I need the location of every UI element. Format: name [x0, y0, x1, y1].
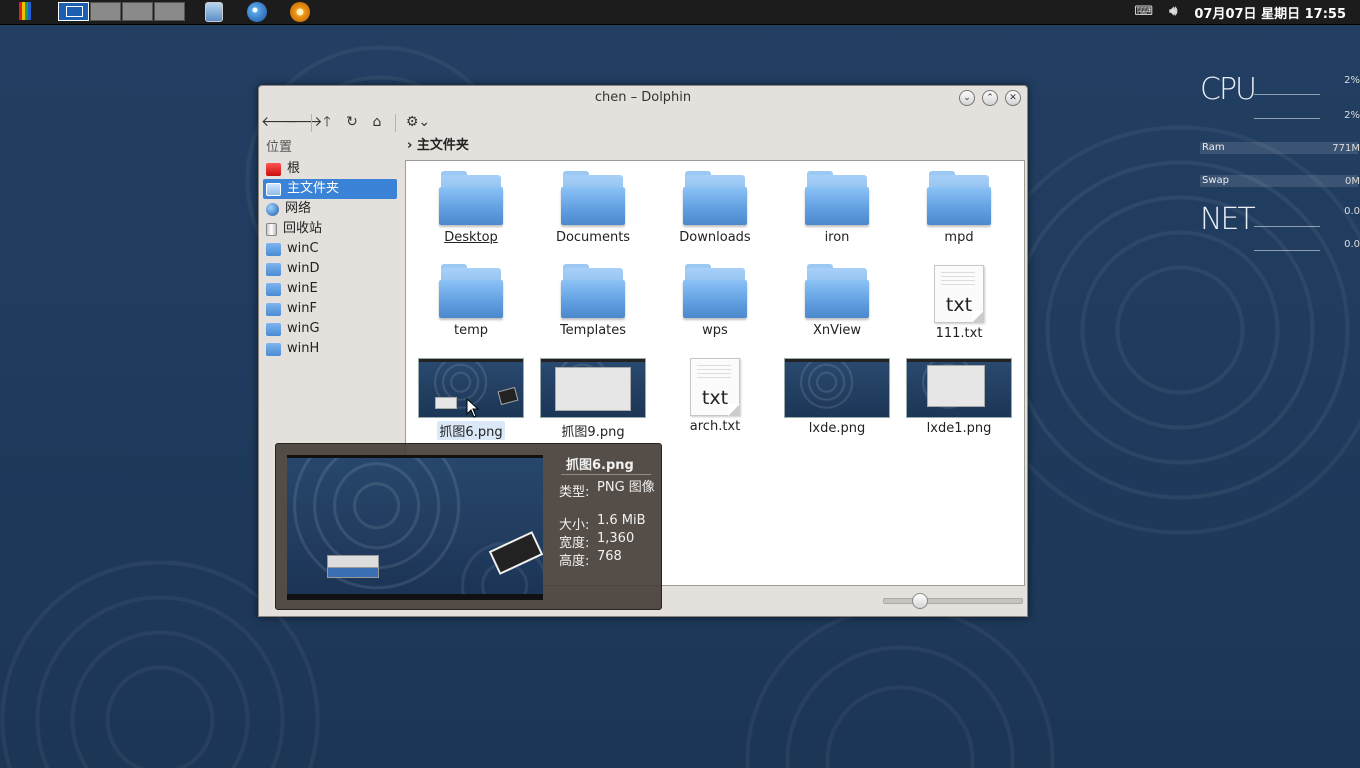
file-item-111-txt[interactable]: txt 111.txt [904, 265, 1014, 341]
window-title[interactable]: chen – Dolphin [259, 86, 1027, 110]
workspace-2[interactable] [90, 2, 121, 21]
text-file-icon: txt [690, 358, 740, 416]
swap-value: 0M [1345, 176, 1360, 187]
toolbar: 🡐 🡒 🡑 ↻ ⌂ ⚙⌄ [259, 112, 1027, 134]
cpu-label: CPU [1200, 72, 1257, 107]
top-panel: ⌨ 🔊︎ 07月07日 星期日 17:55 [0, 0, 1360, 25]
keyboard-icon[interactable]: ⌨ [1134, 4, 1153, 20]
tooltip-type-label: 类型: [559, 485, 590, 500]
net-value-1: 0.0 [1344, 206, 1360, 217]
workspace-1[interactable] [58, 2, 89, 21]
xnview-icon[interactable] [290, 2, 310, 22]
folder-icon [266, 342, 281, 356]
browser-icon[interactable] [247, 2, 267, 22]
file-item-documents[interactable]: Documents [538, 171, 648, 245]
net-value-2: 0.0 [1344, 239, 1360, 250]
maximize-button[interactable]: ⌃ [982, 90, 998, 106]
place-home[interactable]: 主文件夹 [263, 179, 397, 199]
folder-icon [561, 171, 625, 227]
place-wing[interactable]: winG [263, 319, 399, 339]
file-item-lxde-png[interactable]: lxde.png [782, 358, 892, 436]
network-icon [266, 202, 279, 216]
place-network[interactable]: 网络 [263, 199, 399, 219]
tooltip-height-value: 768 [597, 549, 622, 564]
place-trash[interactable]: 回收站 [263, 219, 399, 239]
place-wind[interactable]: winD [263, 259, 399, 279]
mouse-cursor-icon [466, 398, 480, 418]
up-arrow-icon[interactable]: 🡑 [317, 112, 337, 132]
place-winh[interactable]: winH [263, 339, 399, 359]
zoom-slider[interactable] [883, 593, 1023, 609]
tooltip-height-label: 高度: [559, 554, 590, 569]
swap-bar: Swap [1200, 175, 1358, 187]
minimize-button[interactable]: ⌄ [959, 90, 975, 106]
file-manager-icon[interactable] [205, 2, 223, 22]
folder-icon [683, 264, 747, 320]
folder-icon [805, 264, 869, 320]
place-winf[interactable]: winF [263, 299, 399, 319]
file-item-lxde1-png[interactable]: lxde1.png [904, 358, 1014, 436]
trash-icon [266, 222, 277, 236]
settings-gear-icon[interactable]: ⚙⌄ [405, 112, 431, 132]
file-item-desktop[interactable]: Desktop [416, 171, 526, 245]
folder-icon [561, 264, 625, 320]
file-item-templates[interactable]: Templates [538, 264, 648, 338]
net-label: NET [1200, 202, 1256, 237]
workspace-3[interactable] [122, 2, 153, 21]
tooltip-width-label: 宽度: [559, 536, 590, 551]
folder-icon [266, 262, 281, 276]
back-arrow-icon[interactable]: 🡐 [261, 112, 299, 132]
folder-icon [439, 264, 503, 320]
home-folder-icon [266, 182, 281, 196]
cpu-value-2: 2% [1344, 110, 1360, 121]
tooltip-type-value: PNG 图像 [597, 480, 655, 495]
swap-label: Swap [1202, 175, 1230, 186]
image-thumbnail [906, 358, 1012, 418]
file-item-mpd[interactable]: mpd [904, 171, 1014, 245]
file-item-temp[interactable]: temp [416, 264, 526, 338]
image-thumbnail [784, 358, 890, 418]
place-root[interactable]: 根 [263, 159, 399, 179]
tooltip-size-label: 大小: [559, 518, 590, 533]
place-winc[interactable]: winC [263, 239, 399, 259]
folder-icon [266, 302, 281, 316]
places-header: 位置 [266, 140, 293, 155]
home-icon[interactable]: ⌂ [367, 112, 387, 132]
system-monitor: CPU 2% 2% Ram 771M Swap 0M NET 0.0 0.0 [1198, 72, 1360, 272]
volume-icon[interactable]: 🔊︎ [1164, 4, 1182, 20]
file-item-wps[interactable]: wps [660, 264, 770, 338]
place-wine[interactable]: winE [263, 279, 399, 299]
root-folder-icon [266, 162, 281, 176]
file-item-zhuatu9[interactable]: 抓图9.png [538, 358, 648, 440]
workspace-4[interactable] [154, 2, 185, 21]
close-button[interactable]: ✕ [1005, 90, 1021, 106]
text-file-icon: txt [934, 265, 984, 323]
forward-arrow-icon[interactable]: 🡒 [285, 112, 323, 132]
file-item-arch-txt[interactable]: txt arch.txt [660, 358, 770, 434]
file-item-iron[interactable]: iron [782, 171, 892, 245]
image-thumbnail [540, 358, 646, 418]
clock[interactable]: 07月07日 星期日 17:55 [1194, 3, 1346, 22]
breadcrumb-home[interactable]: 主文件夹 [417, 138, 469, 153]
file-item-xnview[interactable]: XnView [782, 264, 892, 338]
folder-icon [266, 322, 281, 336]
file-tooltip: 抓图6.png 类型: PNG 图像 大小: 1.6 MiB 宽度: 1,360 高度… [275, 443, 662, 610]
folder-icon [439, 171, 503, 227]
folder-icon [266, 282, 281, 296]
tooltip-filename: 抓图6.png [566, 458, 634, 473]
reload-icon[interactable]: ↻ [342, 112, 362, 132]
folder-icon [927, 171, 991, 227]
ram-label: Ram [1202, 142, 1225, 153]
file-item-downloads[interactable]: Downloads [660, 171, 770, 245]
workspace-pager[interactable] [58, 2, 185, 21]
zoom-slider-handle[interactable] [912, 593, 928, 609]
tooltip-preview-image [287, 455, 543, 600]
folder-icon [683, 171, 747, 227]
folder-icon [805, 171, 869, 227]
ram-value: 771M [1332, 143, 1360, 154]
cpu-value-1: 2% [1344, 75, 1360, 86]
breadcrumb[interactable]: › 主文件夹 [407, 136, 469, 156]
folder-icon [266, 242, 281, 256]
menu-logo-icon[interactable] [17, 2, 35, 22]
